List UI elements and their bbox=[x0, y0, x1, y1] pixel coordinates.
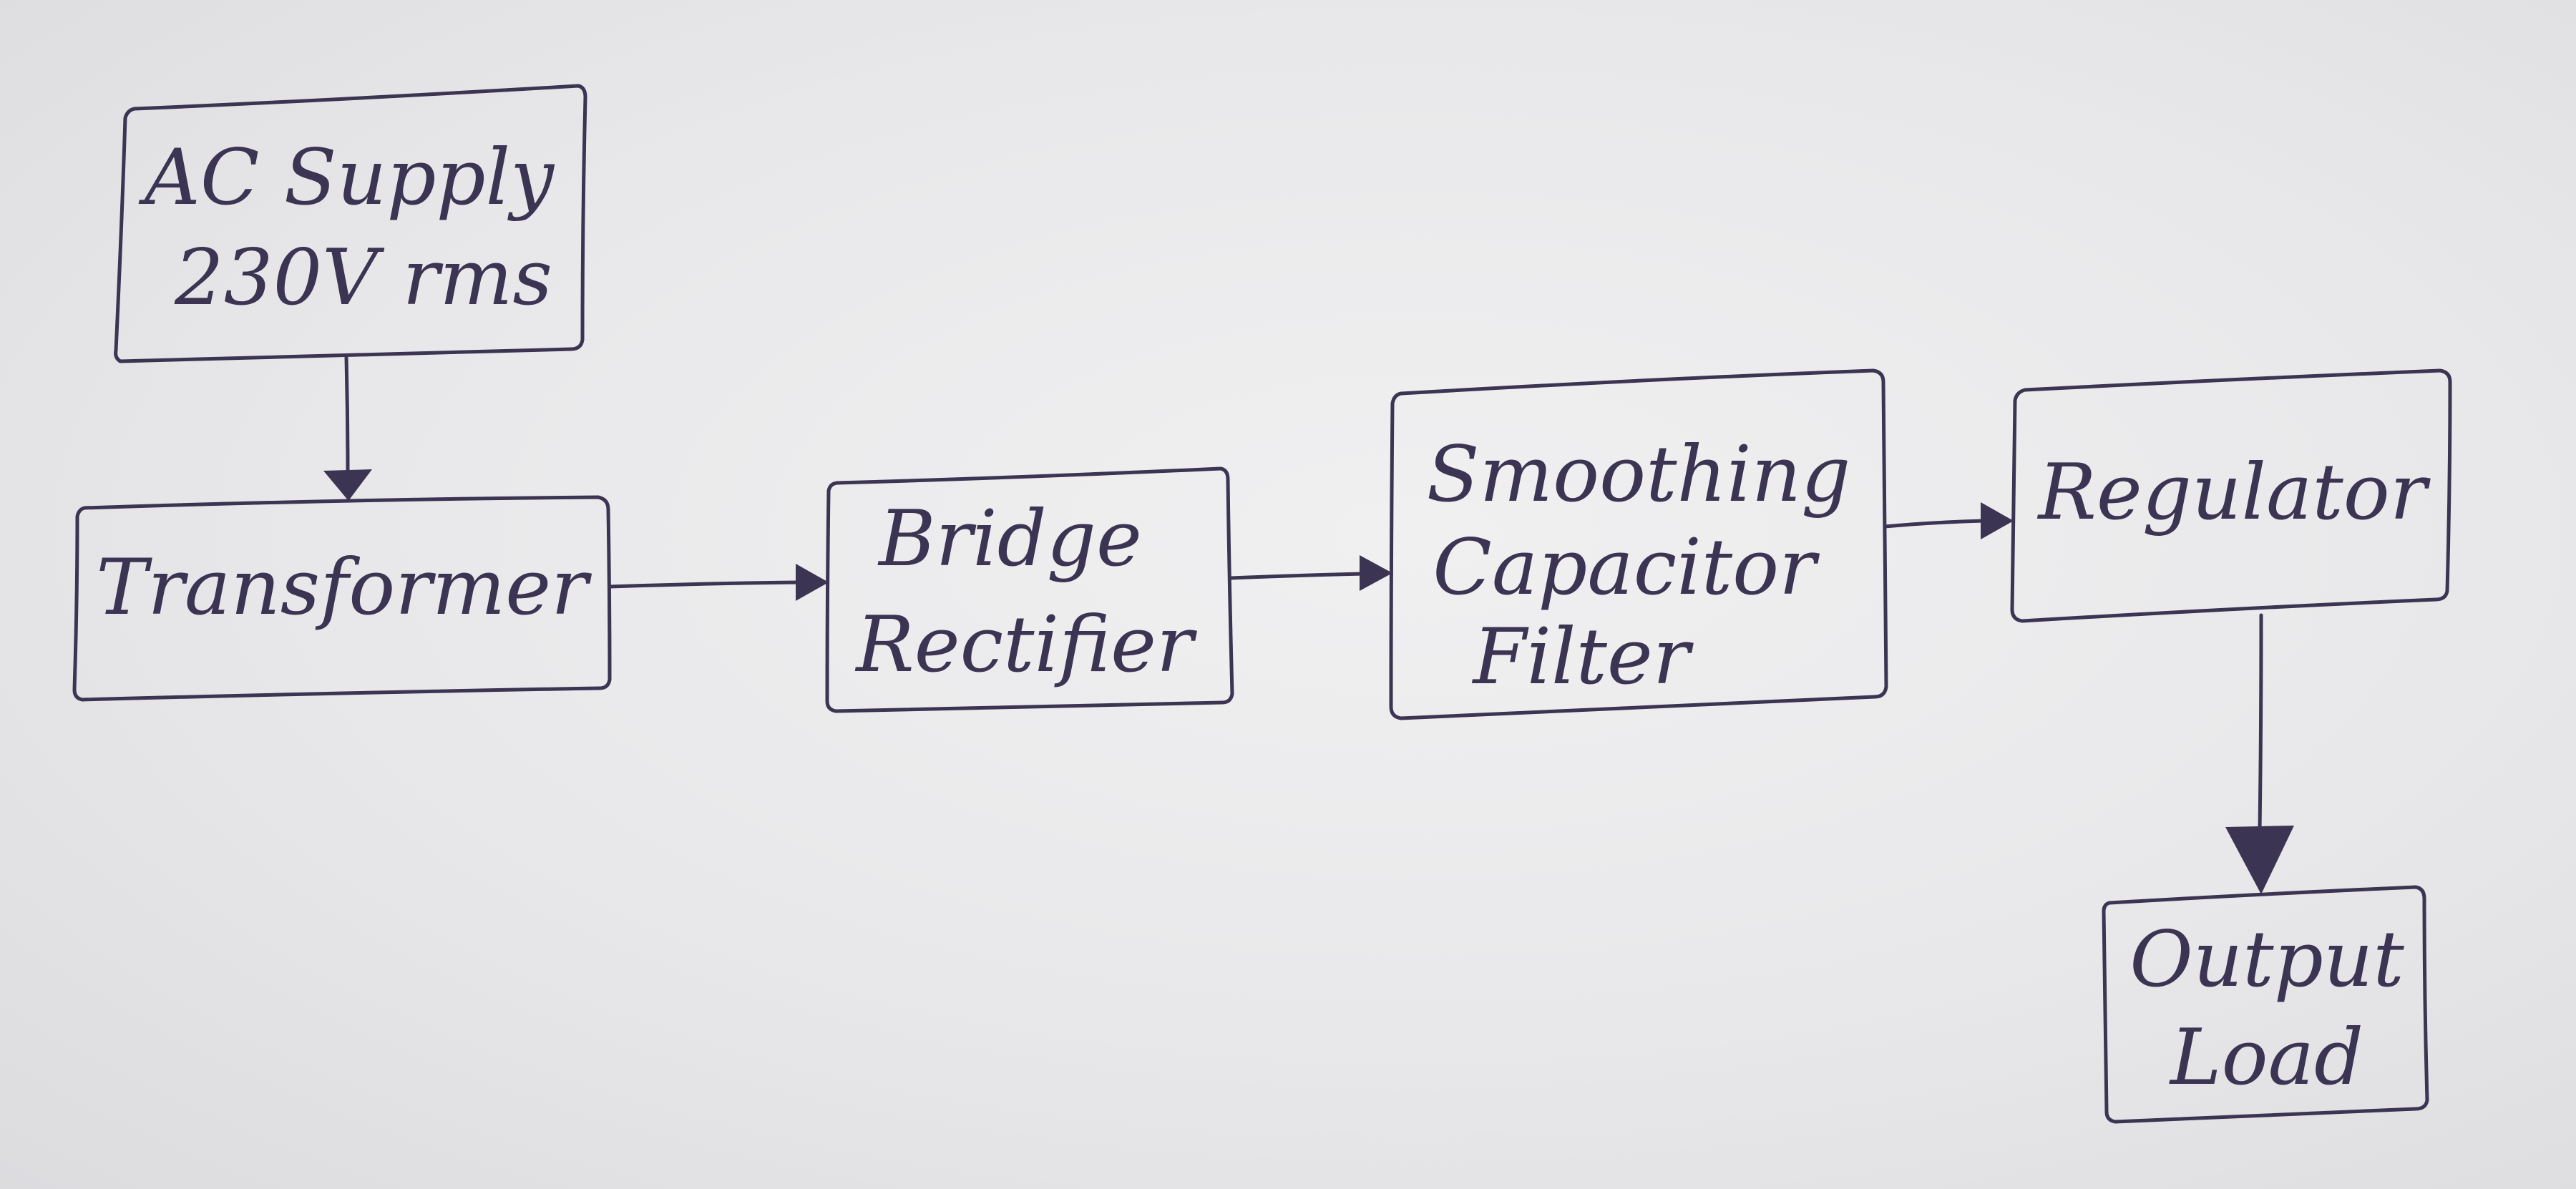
edge-transformer-to-bridge-rectifier bbox=[608, 564, 829, 601]
edge-ac-supply-to-transformer-line bbox=[344, 356, 350, 474]
node-transformer-line1: Transformer bbox=[96, 543, 592, 632]
node-output-load-line2: Load bbox=[2169, 1013, 2363, 1102]
edge-smoothing-filter-to-regulator-line bbox=[1883, 519, 1986, 529]
edge-transformer-to-bridge-rectifier-arrowhead bbox=[796, 564, 829, 601]
node-smoothing-filter: Smoothing Capacitor Filter bbox=[1389, 368, 1888, 720]
node-regulator-line1: Regulator bbox=[2037, 448, 2431, 537]
edge-ac-supply-to-transformer-arrowhead bbox=[323, 469, 372, 501]
edge-smoothing-filter-to-regulator bbox=[1883, 502, 2014, 539]
node-output-load-line1: Output bbox=[2129, 915, 2404, 1004]
node-regulator: Regulator bbox=[2010, 368, 2452, 623]
edge-smoothing-filter-to-regulator-arrowhead bbox=[1981, 502, 2014, 539]
node-smoothing-filter-line1: Smoothing bbox=[1427, 430, 1851, 519]
edge-ac-supply-to-transformer bbox=[323, 356, 372, 501]
block-diagram: AC Supply 230V rms Transformer Bridge Re… bbox=[72, 84, 2452, 1124]
node-smoothing-filter-line2: Capacitor bbox=[1433, 523, 1820, 612]
node-transformer: Transformer bbox=[72, 495, 612, 702]
edge-regulator-to-output-load-arrowhead bbox=[2225, 826, 2294, 894]
edge-bridge-rectifier-to-smoothing-filter-line bbox=[1229, 572, 1366, 580]
node-ac-supply-line1: AC Supply bbox=[138, 133, 555, 222]
edge-bridge-rectifier-to-smoothing-filter-arrowhead bbox=[1360, 555, 1392, 591]
node-smoothing-filter-line3: Filter bbox=[1472, 612, 1694, 702]
node-bridge-rectifier-line2: Rectifier bbox=[854, 600, 1197, 690]
edge-transformer-to-bridge-rectifier-line bbox=[608, 580, 802, 589]
edge-regulator-to-output-load bbox=[2225, 613, 2294, 894]
node-ac-supply: AC Supply 230V rms bbox=[114, 84, 587, 363]
edge-regulator-to-output-load-line bbox=[2258, 613, 2263, 832]
node-ac-supply-line2: 230V rms bbox=[174, 233, 552, 323]
node-bridge-rectifier: Bridge Rectifier bbox=[825, 466, 1234, 713]
edge-bridge-rectifier-to-smoothing-filter bbox=[1229, 555, 1392, 591]
node-bridge-rectifier-line1: Bridge bbox=[877, 494, 1142, 584]
node-output-load: Output Load bbox=[2102, 885, 2429, 1124]
